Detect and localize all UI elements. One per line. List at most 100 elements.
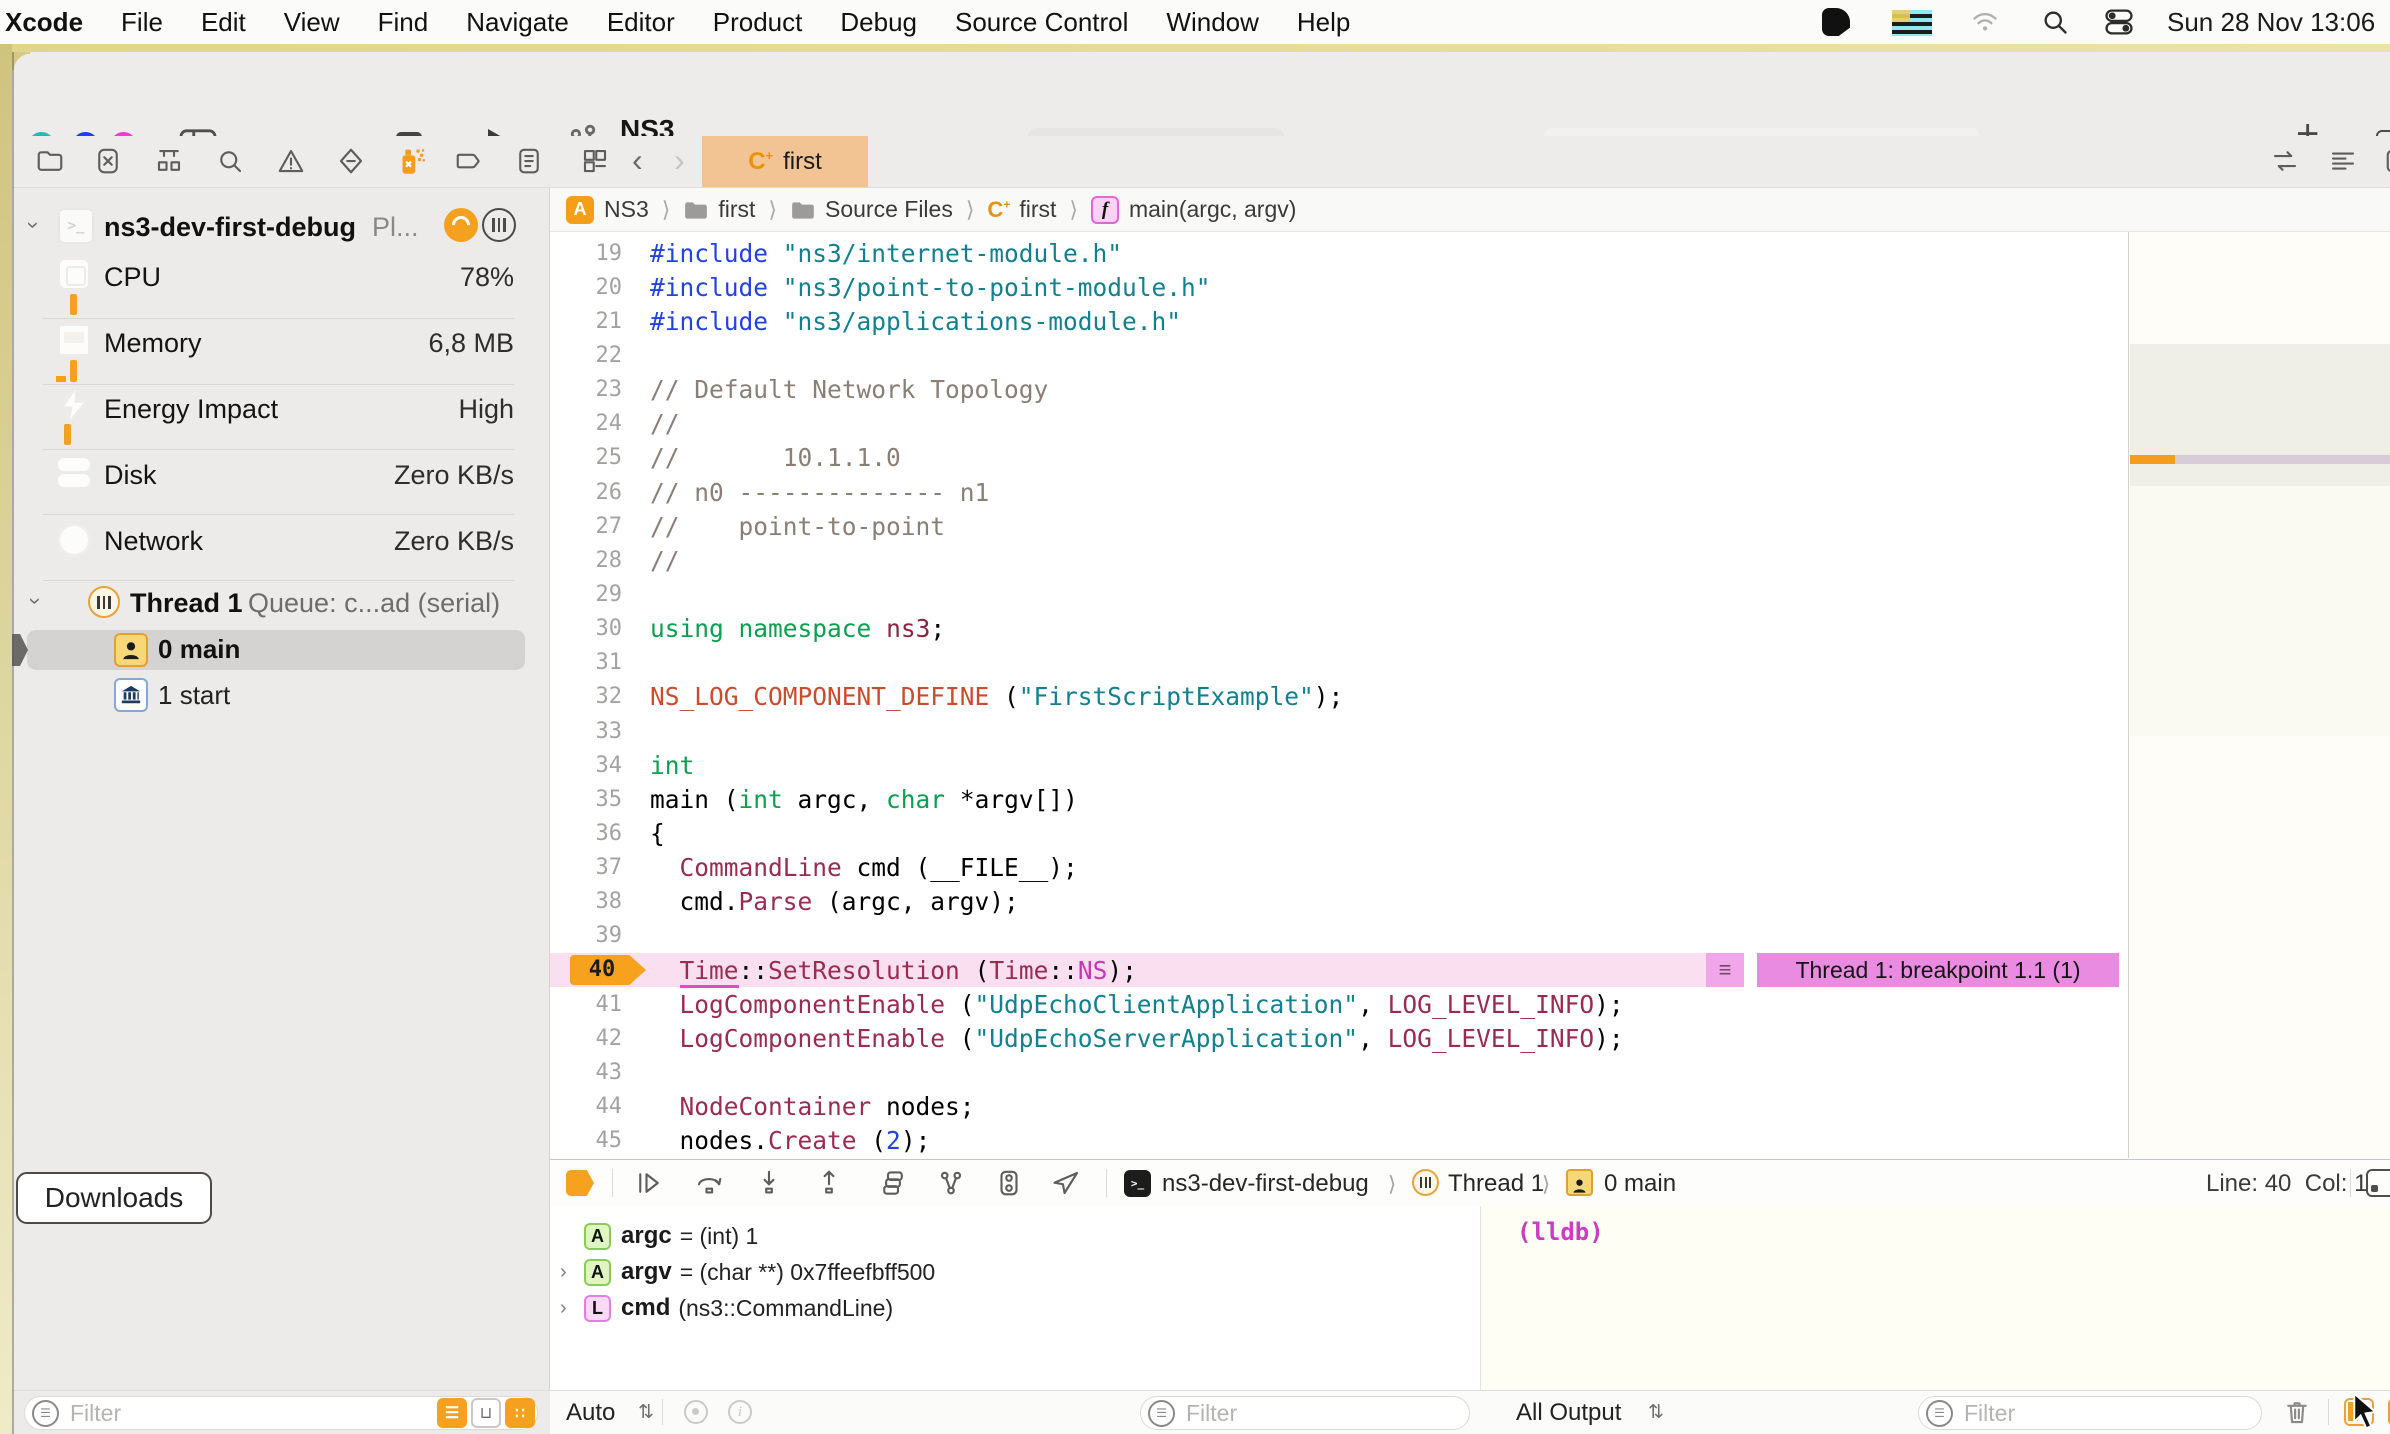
line-number[interactable]: 34 <box>550 753 623 778</box>
code-text[interactable]: LogComponentEnable ("UdpEchoClientApplic… <box>650 990 1624 1019</box>
variables-scope-popup[interactable]: Auto <box>566 1399 615 1427</box>
line-number[interactable]: 44 <box>550 1094 623 1119</box>
code-line[interactable]: 31 <box>550 646 2128 680</box>
code-text[interactable]: main (int argc, char *argv[]) <box>650 785 1078 814</box>
breakpoints-toggle-icon[interactable] <box>566 1170 594 1196</box>
line-number[interactable]: 27 <box>550 514 623 539</box>
tab-first[interactable]: C+ first <box>702 136 868 187</box>
code-text[interactable]: #include "ns3/applications-module.h" <box>650 307 1181 336</box>
breakpoint-annotation-handle[interactable]: ≡ <box>1706 952 1744 988</box>
line-number[interactable]: 22 <box>550 343 623 368</box>
line-number[interactable]: 45 <box>550 1128 623 1153</box>
code-line[interactable]: 34 int <box>550 748 2128 782</box>
code-line[interactable]: 22 <box>550 338 2128 372</box>
line-number[interactable]: 19 <box>550 241 623 266</box>
breakpoint-navigator-icon[interactable] <box>454 146 484 181</box>
menu-product[interactable]: Product <box>694 7 822 38</box>
flat-list-toggle-icon[interactable]: ☰ <box>437 1398 467 1428</box>
editor-only-layout-icon[interactable] <box>2366 1169 2390 1197</box>
code-line[interactable]: 40 Time::SetResolution (Time::NS); ≡ Threa… <box>550 952 2128 988</box>
menu-apple-app[interactable]: Xcode <box>0 7 102 38</box>
continue-button-icon[interactable] <box>634 1168 664 1203</box>
test-navigator-icon[interactable] <box>336 146 366 181</box>
code-text[interactable]: using namespace ns3; <box>650 614 945 643</box>
code-line[interactable]: 23 // Default Network Topology <box>550 373 2128 407</box>
thread-disclosure-chevron[interactable]: › <box>23 597 49 604</box>
metric-label-memory[interactable]: Memory <box>104 328 202 359</box>
frame-0-label[interactable]: 0 main <box>158 634 240 665</box>
frame-1-label[interactable]: 1 start <box>158 680 230 711</box>
console-filter-field[interactable]: ☰ <box>1918 1396 2262 1430</box>
code-review-icon[interactable] <box>2270 146 2300 181</box>
menu-file[interactable]: File <box>102 7 182 38</box>
clear-console-trash-icon[interactable] <box>2282 1397 2312 1432</box>
code-line[interactable]: 43 <box>550 1055 2128 1089</box>
source-editor[interactable]: 19 #include "ns3/internet-module.h" 20 #inc… <box>550 232 2128 1158</box>
code-text[interactable]: cmd.Parse (argc, argv); <box>650 887 1019 916</box>
menu-window[interactable]: Window <box>1147 7 1277 38</box>
thread-label[interactable]: Thread 1 <box>130 588 243 619</box>
step-out-icon[interactable] <box>814 1168 844 1203</box>
project-navigator-icon[interactable] <box>35 146 65 181</box>
menu-debug[interactable]: Debug <box>821 7 936 38</box>
code-text[interactable]: NS_LOG_COMPONENT_DEFINE ("FirstScriptExa… <box>650 682 1343 711</box>
code-text[interactable]: #include "ns3/internet-module.h" <box>650 239 1122 268</box>
metric-label-disk[interactable]: Disk <box>104 460 157 491</box>
step-over-icon[interactable] <box>694 1168 724 1203</box>
symbol-navigator-icon[interactable] <box>154 146 184 181</box>
jumpbar-project[interactable]: NS3 <box>604 196 649 223</box>
code-text[interactable]: // 10.1.1.0 <box>650 443 901 472</box>
gauge-icon[interactable] <box>444 208 478 242</box>
code-line[interactable]: 38 cmd.Parse (argc, argv); <box>550 885 2128 919</box>
interest-toggle-icon[interactable]: ∷ <box>505 1398 535 1428</box>
code-line[interactable]: 37 CommandLine cmd (__FILE__); <box>550 851 2128 885</box>
sidebar-filter-field[interactable]: ☰ ☰ ⊔ ∷ <box>24 1396 538 1430</box>
add-editor-icon[interactable] <box>2384 146 2390 181</box>
line-number[interactable]: 39 <box>550 923 623 948</box>
code-line[interactable]: 21 #include "ns3/applications-module.h" <box>550 304 2128 338</box>
code-line[interactable]: 25 // 10.1.1.0 <box>550 441 2128 475</box>
metric-label-cpu[interactable]: CPU <box>104 262 161 293</box>
view-hierarchy-toggle-icon[interactable]: ⊔ <box>471 1398 501 1428</box>
jumpbar-group1[interactable]: first <box>718 196 755 223</box>
code-line[interactable]: 42 LogComponentEnable ("UdpEchoServerApp… <box>550 1021 2128 1055</box>
code-line[interactable]: 36 { <box>550 816 2128 850</box>
line-number[interactable]: 23 <box>550 377 623 402</box>
menu-editor[interactable]: Editor <box>588 7 694 38</box>
line-number[interactable]: 32 <box>550 684 623 709</box>
report-navigator-icon[interactable] <box>514 146 544 181</box>
control-center-icon[interactable] <box>2102 8 2136 36</box>
sidebar-filter-input[interactable] <box>68 1398 322 1428</box>
debug-console[interactable]: (lldb) <box>1480 1206 2390 1390</box>
info-icon[interactable]: i <box>728 1400 752 1424</box>
menu-help[interactable]: Help <box>1278 7 1369 38</box>
issue-navigator-icon[interactable] <box>276 146 306 181</box>
wifi-icon[interactable] <box>1968 8 2002 36</box>
find-navigator-icon[interactable] <box>215 146 245 181</box>
jumpbar-group2[interactable]: Source Files <box>825 196 953 223</box>
line-number[interactable]: 37 <box>550 855 623 880</box>
disclosure-chevron[interactable]: › <box>560 1261 584 1284</box>
code-line[interactable]: 41 LogComponentEnable ("UdpEchoClientApp… <box>550 987 2128 1021</box>
line-number[interactable]: 30 <box>550 616 623 641</box>
code-text[interactable]: // n0 -------------- n1 <box>650 478 989 507</box>
minimap[interactable] <box>2128 232 2390 1158</box>
code-line[interactable]: 45 nodes.Create (2); <box>550 1124 2128 1158</box>
variable-row[interactable]: A argc = (int) 1 <box>550 1218 1480 1254</box>
back-chevron-icon[interactable]: ‹ <box>632 142 643 179</box>
step-into-icon[interactable] <box>754 1168 784 1203</box>
console-output-popup[interactable]: All Output <box>1516 1399 1621 1427</box>
forward-chevron-icon[interactable]: › <box>674 142 685 179</box>
simulate-location-icon[interactable] <box>1052 1168 1082 1203</box>
memory-graph-icon[interactable] <box>994 1168 1024 1203</box>
code-text[interactable]: // point-to-point <box>650 512 945 541</box>
menu-view[interactable]: View <box>265 7 359 38</box>
code-line[interactable]: 32 NS_LOG_COMPONENT_DEFINE ("FirstScriptE… <box>550 680 2128 714</box>
jumpbar-symbol[interactable]: main(argc, argv) <box>1129 196 1296 223</box>
line-number[interactable]: 35 <box>550 787 623 812</box>
variable-row[interactable]: › A argv = (char **) 0x7ffeefbff500 <box>550 1254 1480 1290</box>
line-number[interactable]: 33 <box>550 719 623 744</box>
debug-frame-label[interactable]: 0 main <box>1604 1170 1676 1198</box>
code-line[interactable]: 28 // <box>550 543 2128 577</box>
code-line[interactable]: 39 <box>550 919 2128 953</box>
